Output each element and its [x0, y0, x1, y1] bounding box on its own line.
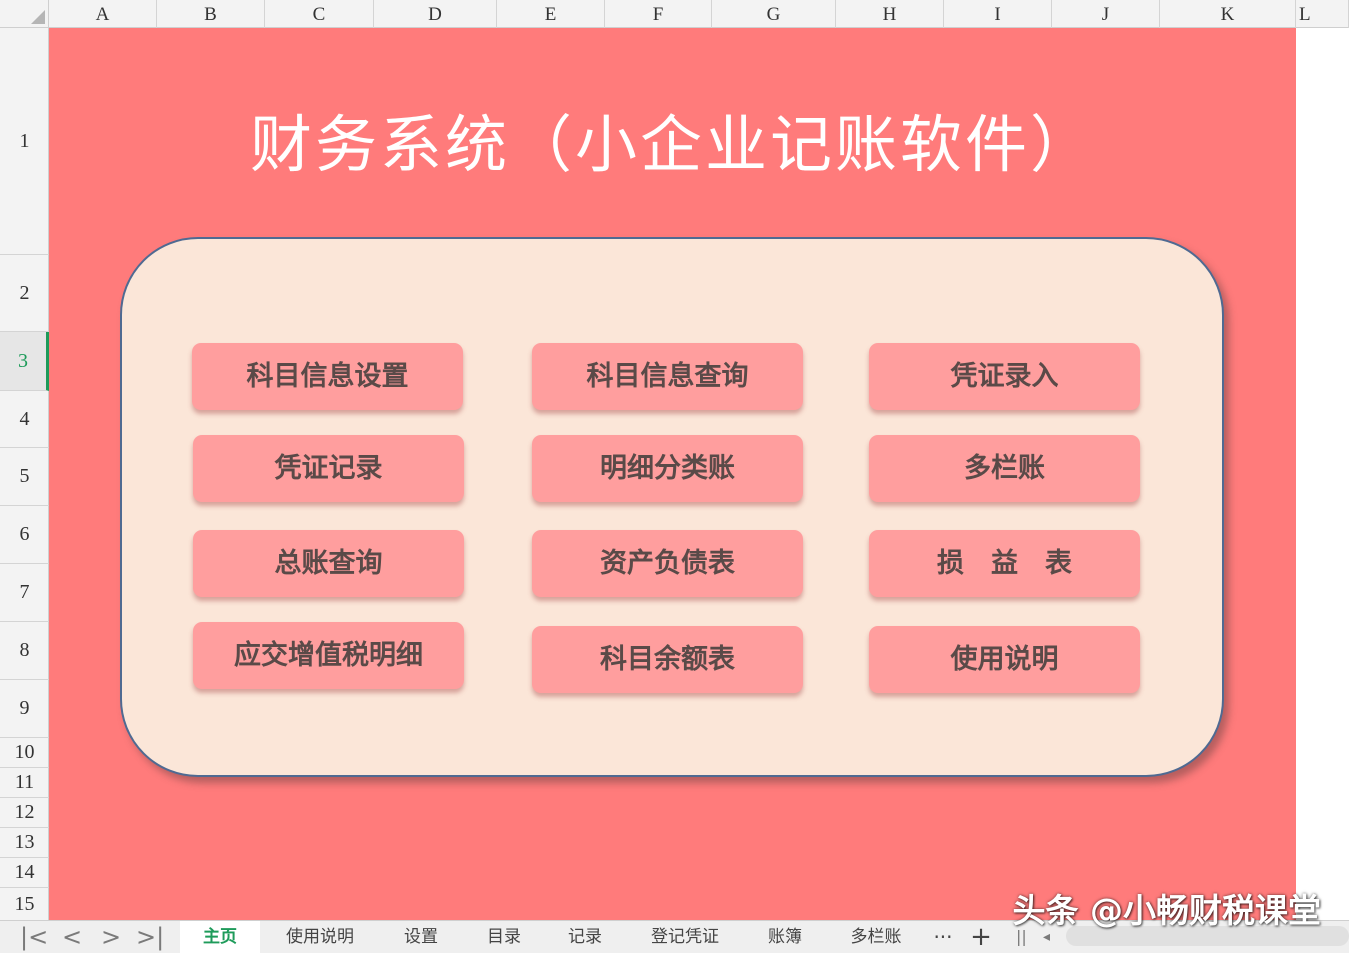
row-header-10[interactable]: 10 — [0, 738, 49, 768]
voucher-entry-button[interactable]: 凭证录入 — [869, 343, 1140, 410]
select-all-corner[interactable] — [0, 0, 49, 28]
prev-sheet-icon[interactable]: < — [62, 923, 82, 951]
tab-register-voucher[interactable]: 登记凭证 — [636, 921, 734, 953]
tab-multi-column-ledger[interactable]: 多栏账 — [834, 921, 918, 953]
row-header-3[interactable]: 3 — [0, 332, 49, 391]
menu-panel: 科目信息设置 科目信息查询 凭证录入 凭证记录 明细分类账 多栏账 总账查询 资… — [120, 237, 1224, 777]
column-header-g[interactable]: G — [712, 0, 836, 28]
income-statement-button[interactable]: 损 益 表 — [869, 530, 1140, 597]
tab-home[interactable]: 主页 — [180, 921, 260, 953]
balance-sheet-button[interactable]: 资产负债表 — [532, 530, 803, 597]
row-header-11[interactable]: 11 — [0, 768, 49, 798]
column-header-i[interactable]: I — [944, 0, 1052, 28]
multi-column-ledger-button[interactable]: 多栏账 — [869, 435, 1140, 502]
column-header-l[interactable]: L — [1296, 0, 1349, 28]
tab-settings[interactable]: 设置 — [382, 921, 460, 953]
add-sheet-icon[interactable]: + — [966, 921, 996, 953]
row-header-12[interactable]: 12 — [0, 798, 49, 828]
row-header-8[interactable]: 8 — [0, 622, 49, 680]
column-header-f[interactable]: F — [605, 0, 712, 28]
row-header-7[interactable]: 7 — [0, 564, 49, 622]
vat-detail-button[interactable]: 应交增值税明细 — [193, 622, 464, 689]
last-sheet-icon[interactable]: >| — [136, 923, 164, 951]
row-header-5[interactable]: 5 — [0, 448, 49, 506]
watermark-text: 头条 @小畅财税课堂 — [1012, 891, 1322, 930]
first-sheet-icon[interactable]: |< — [20, 923, 48, 951]
row-header-1[interactable]: 1 — [0, 28, 49, 255]
subject-balance-button[interactable]: 科目余额表 — [532, 626, 803, 693]
detail-ledger-button[interactable]: 明细分类账 — [532, 435, 803, 502]
column-header-b[interactable]: B — [157, 0, 265, 28]
column-header-h[interactable]: H — [836, 0, 944, 28]
row-header-15[interactable]: 15 — [0, 888, 49, 920]
voucher-record-button[interactable]: 凭证记录 — [193, 435, 464, 502]
select-all-triangle-icon — [31, 10, 45, 24]
column-header-a[interactable]: A — [49, 0, 157, 28]
column-header: A B C D E F G H I J K L — [49, 0, 1349, 28]
column-header-d[interactable]: D — [374, 0, 497, 28]
tab-catalog[interactable]: 目录 — [465, 921, 543, 953]
row-header-14[interactable]: 14 — [0, 858, 49, 888]
general-ledger-query-button[interactable]: 总账查询 — [193, 530, 464, 597]
row-header-13[interactable]: 13 — [0, 828, 49, 858]
tab-records[interactable]: 记录 — [546, 921, 624, 953]
page-title: 财务系统（小企业记账软件） — [249, 108, 1095, 181]
tab-instructions[interactable]: 使用说明 — [270, 921, 370, 953]
subject-info-setup-button[interactable]: 科目信息设置 — [192, 343, 463, 410]
row-header-2[interactable]: 2 — [0, 255, 49, 332]
sheet-blank-area[interactable] — [1296, 28, 1349, 920]
column-header-c[interactable]: C — [265, 0, 374, 28]
row-header-6[interactable]: 6 — [0, 506, 49, 564]
row-header-4[interactable]: 4 — [0, 391, 49, 448]
more-tabs-icon[interactable]: ··· — [926, 921, 960, 953]
column-header-e[interactable]: E — [497, 0, 605, 28]
column-header-k[interactable]: K — [1160, 0, 1296, 28]
tab-ledger-book[interactable]: 账簿 — [746, 921, 824, 953]
row-header: 1 2 3 4 5 6 7 8 9 10 11 12 13 14 15 — [0, 28, 49, 920]
next-sheet-icon[interactable]: > — [101, 923, 121, 951]
subject-info-query-button[interactable]: 科目信息查询 — [532, 343, 803, 410]
row-header-9[interactable]: 9 — [0, 680, 49, 738]
column-header-j[interactable]: J — [1052, 0, 1160, 28]
instructions-button[interactable]: 使用说明 — [869, 626, 1140, 693]
